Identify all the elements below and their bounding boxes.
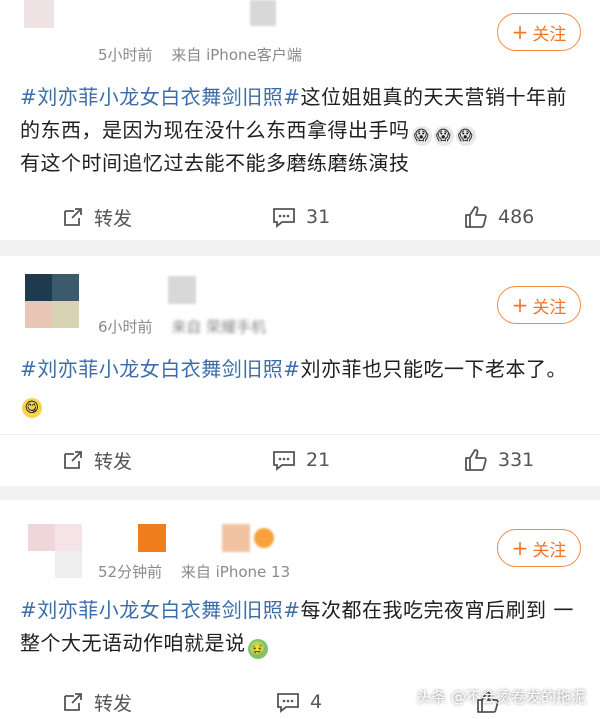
hashtag-link[interactable]: #刘亦菲小龙女白衣舞剑旧照# [20,85,301,109]
comment-button[interactable]: 4 [276,677,322,719]
repost-icon [64,451,82,469]
post-time: 5小时前 [98,46,153,64]
action-bar: 转发 21 331 [0,434,600,484]
post-time: 52分钟前 [98,563,163,581]
post-source: 来自 iPhone 13 [180,563,291,581]
comment-icon [273,451,295,471]
post-1: 5小时前 来自 iPhone客户端 + 关注 #刘亦菲小龙女白衣舞剑旧照#这位姐… [0,0,600,240]
plus-icon: + [511,293,529,317]
post-separator [0,486,600,500]
comment-icon [273,208,295,228]
avatar[interactable] [20,274,84,338]
comment-button[interactable]: 21 [272,435,330,485]
like-button[interactable]: 486 [464,192,534,242]
watermark: 头条 @不会烫卷发的拖泥 [416,688,586,706]
post-content: #刘亦菲小龙女白衣舞剑旧照#刘亦菲也只能吃一下老本了。😋 [20,357,568,418]
comment-button[interactable]: 31 [272,192,330,242]
nauseated-face-emoji: 🤢 [247,639,268,659]
repost-button[interactable]: 转发 [62,677,132,719]
post-content: #刘亦菲小龙女白衣舞剑旧照#这位姐姐真的天天营销十年前的东西，是因为现在没什么东… [20,85,568,175]
repost-button[interactable]: 转发 [62,435,132,485]
post-separator [0,240,600,256]
crying-face-emoji: 😱 [455,126,476,146]
repost-icon [64,693,82,711]
crying-face-emoji: 😱 [433,126,454,146]
action-bar: 转发 31 486 [0,192,600,242]
follow-button[interactable]: + 关注 [497,529,581,567]
post-meta: 52分钟前 来自 iPhone 13 [98,561,304,582]
username-blurred[interactable] [222,524,250,552]
avatar[interactable] [20,0,84,34]
user-badge [254,528,274,548]
post-time: 6小时前 [98,318,153,336]
username-blurred[interactable] [168,276,196,304]
thumbs-up-icon [465,206,487,228]
hashtag-link[interactable]: #刘亦菲小龙女白衣舞剑旧照# [20,598,301,622]
repost-button[interactable]: 转发 [62,192,132,242]
crying-face-emoji: 😱 [411,126,432,146]
hashtag-link[interactable]: #刘亦菲小龙女白衣舞剑旧照# [20,357,301,381]
post-source: 来自 荣耀手机 [171,318,267,336]
plus-icon: + [511,20,529,44]
thumbs-up-icon [465,449,487,471]
username-blurred[interactable] [250,0,276,26]
plus-icon: + [511,536,529,560]
comment-count: 21 [306,449,331,471]
post-meta: 5小时前 来自 iPhone客户端 [98,44,316,65]
avatar[interactable] [20,524,84,588]
post-source: 来自 iPhone客户端 [171,46,302,64]
username-blurred[interactable] [138,524,166,552]
repost-icon [64,208,82,226]
follow-button[interactable]: + 关注 [497,286,581,324]
yummy-face-emoji: 😋 [22,398,42,418]
like-count: 486 [498,206,535,228]
post-2: 6小时前 来自 荣耀手机 + 关注 #刘亦菲小龙女白衣舞剑旧照#刘亦菲也只能吃一… [0,256,600,486]
comment-icon [277,693,299,713]
like-count: 331 [498,449,535,471]
post-meta: 6小时前 来自 荣耀手机 [98,316,280,337]
comment-count: 31 [306,206,331,228]
like-button[interactable]: 331 [464,435,534,485]
comment-count: 4 [310,691,323,713]
follow-button[interactable]: + 关注 [497,13,581,51]
post-content: #刘亦菲小龙女白衣舞剑旧照#每次都在我吃完夜宵后刷到 一整个大无语动作咱就是说 🤢 [20,598,574,659]
